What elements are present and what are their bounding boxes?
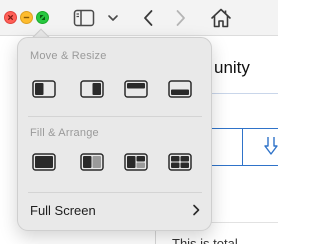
split-quarters-button[interactable] [168,153,192,171]
full-screen-menu-item[interactable]: Full Screen [24,198,206,222]
tile-right-half-button[interactable] [80,80,104,98]
minimize-icon [23,16,30,19]
tile-right-half-icon [80,80,104,98]
forward-icon[interactable] [168,6,192,30]
menu-separator [28,116,202,117]
tile-left-half-button[interactable] [32,80,56,98]
tile-bottom-half-button[interactable] [168,80,192,98]
tile-bottom-half-icon [168,80,192,98]
tile-top-half-button[interactable] [124,80,148,98]
close-icon [7,14,14,21]
zoom-icon [40,15,45,20]
split-three-button[interactable] [124,153,148,171]
minimize-window-button[interactable] [20,11,33,24]
split-left-right-button[interactable] [80,153,104,171]
move-resize-section-title: Move & Resize [30,50,107,62]
chevron-right-icon [193,204,200,216]
tile-top-half-icon [124,80,148,98]
fill-arrange-section-title: Fill & Arrange [30,127,99,139]
split-left-right-icon [80,153,104,171]
tile-left-half-icon [32,80,56,98]
fill-screen-icon [32,153,56,171]
back-icon[interactable] [137,6,161,30]
split-three-icon [124,153,148,171]
menu-separator [28,192,202,193]
sidebar-icon[interactable] [72,6,96,30]
window-tiling-menu: Move & Resize Fill & Arrange Full Screen [17,37,212,231]
down-arrow-icon[interactable] [264,136,278,156]
home-icon[interactable] [209,6,233,30]
divider [242,128,243,166]
zoom-window-button[interactable] [36,11,49,24]
split-quarters-icon [168,153,192,171]
page-heading: unity [214,58,250,77]
page-body-text: This is total [172,236,238,244]
full-screen-label: Full Screen [30,203,96,218]
chevron-down-icon[interactable] [106,6,120,30]
fill-screen-button[interactable] [32,153,56,171]
divider [210,93,278,94]
close-window-button[interactable] [4,11,17,24]
